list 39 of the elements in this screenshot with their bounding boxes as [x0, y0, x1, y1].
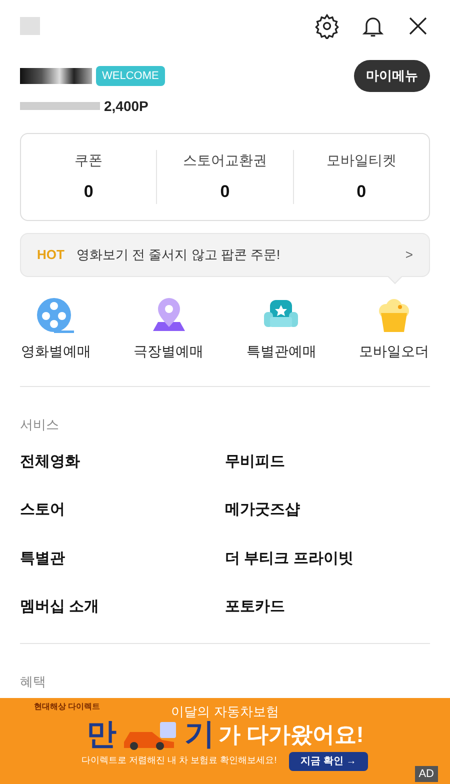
service-link[interactable]: 더 부티크 프라이빗 [225, 548, 430, 570]
film-reel-icon [36, 297, 76, 333]
stat-label: 스토어교환권 [182, 150, 267, 170]
blurred-name [20, 68, 92, 84]
ad-brand: 현대해상 다이렉트 [34, 701, 100, 713]
hot-tag: HOT [37, 245, 64, 265]
section-heading: 혜택 [19, 672, 47, 690]
service-link[interactable]: 전체영화 [20, 450, 225, 473]
ad-big-text: 기 [184, 720, 214, 750]
notice-text: 영화보기 전 줄서지 않고 팝콘 주문! [76, 246, 282, 264]
stat-value[interactable]: 0 [356, 178, 366, 204]
quick-menu-item[interactable]: 극장별예매 [118, 297, 219, 362]
quick-menu-item[interactable]: 영화별예매 [6, 297, 106, 362]
stat-value[interactable]: 0 [220, 178, 230, 204]
stat-label: 쿠폰 [74, 150, 103, 170]
chevron-icon: > [405, 245, 413, 265]
ad-label: AD [414, 766, 438, 782]
welcome-badge: WELCOME [96, 66, 165, 86]
ad-cta-button[interactable]: 지금 확인 → [288, 752, 368, 770]
ad-headline: 이달의 자동차보험 [171, 703, 279, 721]
ad-big-text: 만 [86, 720, 116, 750]
section-heading: 서비스 [19, 416, 60, 434]
my-menu-button[interactable]: 마이메뉴 [354, 60, 430, 92]
service-link[interactable]: 메가굿즈샵 [225, 499, 430, 522]
service-link[interactable]: 포토카드 [225, 596, 430, 618]
quick-menu-item[interactable]: 특별관예매 [231, 297, 332, 362]
ad-banner[interactable]: 현대해상 다이렉트 이달의 자동차보험 만 기 가 다가왔어요! 다이렉트로 저렴해진 내 차 보험료 확인해보세요! 지금 확인 → AD [0, 698, 450, 784]
hot-notice-bar[interactable]: HOT 영화보기 전 줄서지 않고 팝콘 주문! > [20, 233, 430, 277]
stat-label: 모바일티켓 [326, 150, 396, 170]
service-link[interactable]: 무비피드 [225, 450, 430, 473]
ad-subtext: 다이렉트로 저렴해진 내 차 보험료 확인해보세요! [82, 754, 277, 768]
ad-big-text: 가 다가왔어요! [218, 724, 364, 746]
service-link[interactable]: 스토어 [20, 499, 225, 522]
quick-menu-item[interactable]: 모바일오더 [344, 297, 444, 362]
service-link[interactable]: 특별관 [20, 548, 225, 570]
stat-value[interactable]: 0 [84, 178, 94, 204]
settings-icon[interactable] [314, 13, 340, 39]
service-link[interactable]: 멤버십 소개 [20, 596, 225, 618]
points-text: 2,400P [104, 96, 148, 116]
